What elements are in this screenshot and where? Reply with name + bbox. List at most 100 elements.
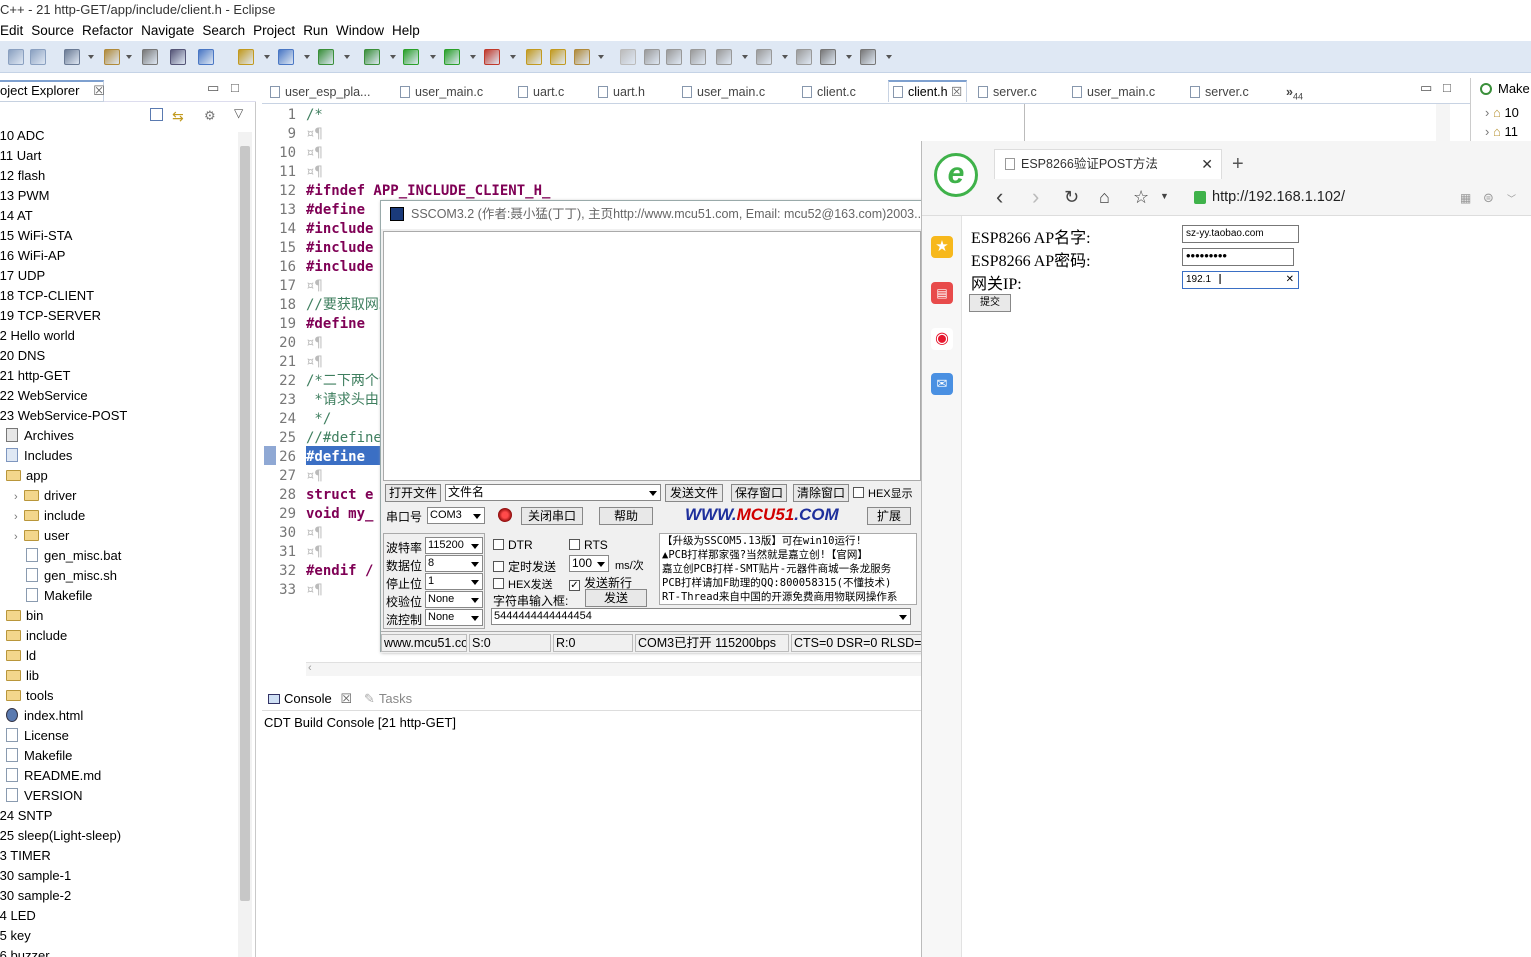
sscom-brand-link[interactable]: WWW.MCU51.COM: [685, 505, 839, 525]
dropdown-arrow-icon[interactable]: [304, 55, 310, 59]
port-select[interactable]: COM3: [427, 507, 485, 524]
chevron-down-icon[interactable]: ▼: [1160, 191, 1169, 201]
tree-item[interactable]: ›18 TCP-CLIENT: [0, 286, 94, 306]
save-all-icon[interactable]: [30, 49, 46, 65]
code-line[interactable]: //#define: [306, 429, 382, 448]
editor-tab[interactable]: uart.c: [518, 82, 564, 104]
menu-navigate[interactable]: Navigate: [141, 20, 200, 41]
code-line[interactable]: #include: [306, 239, 373, 258]
maximize-icon[interactable]: □: [1443, 80, 1451, 95]
search-icon[interactable]: [170, 49, 186, 65]
tree-item[interactable]: tools: [6, 686, 53, 706]
editor-vscroll[interactable]: [1436, 104, 1450, 142]
next-annotation-icon[interactable]: [756, 49, 772, 65]
pencil-icon[interactable]: [574, 49, 590, 65]
tree-item[interactable]: › driver: [14, 486, 77, 506]
menu-project[interactable]: Project: [253, 20, 301, 41]
send-button[interactable]: 发送: [585, 589, 647, 607]
tree-item[interactable]: ›30 sample-2: [0, 886, 71, 906]
tree-item[interactable]: Includes: [6, 446, 72, 466]
code-line[interactable]: ¤¶: [306, 277, 323, 296]
tree-item[interactable]: ld: [6, 646, 36, 666]
ad-line[interactable]: 【升级为SSCOM5.13版】可在win10运行!: [662, 534, 916, 548]
ad-line[interactable]: 嘉立创PCB打样-SMT贴片-元器件商城一条龙服务: [662, 562, 916, 576]
link-editor-icon[interactable]: ⇆: [172, 108, 184, 125]
tree-item[interactable]: VERSION: [6, 786, 83, 806]
open-icon[interactable]: [238, 49, 254, 65]
menu-window[interactable]: Window: [336, 20, 390, 41]
tree-item[interactable]: ›5 key: [0, 926, 31, 946]
build-icon[interactable]: [64, 49, 80, 65]
tree-item[interactable]: ›6 buzzer: [0, 946, 50, 957]
code-line[interactable]: #ifndef APP_INCLUDE_CLIENT_H_: [306, 182, 550, 201]
ap-password-input[interactable]: •••••••••: [1182, 248, 1294, 266]
ad-line[interactable]: PCB打样请加F助理的QQ:800058315(不懂技术): [662, 576, 916, 590]
compat-icon[interactable]: ⊜: [1483, 190, 1494, 206]
code-line[interactable]: ¤¶: [306, 581, 323, 600]
gateway-ip-input[interactable]: 192.1 ✕: [1182, 271, 1299, 289]
chevron-right-icon[interactable]: ›: [14, 507, 24, 527]
dropdown-arrow-icon[interactable]: [782, 55, 788, 59]
reload-icon[interactable]: ↻: [1064, 187, 1079, 208]
scroll-left-icon[interactable]: ‹: [308, 662, 312, 674]
parity-select[interactable]: None: [425, 591, 483, 608]
tree-item[interactable]: ›16 WiFi-AP: [0, 246, 65, 266]
save-icon[interactable]: [8, 49, 24, 65]
timed-send-checkbox[interactable]: 定时发送: [493, 558, 556, 575]
tree-item[interactable]: gen_misc.sh: [26, 566, 117, 586]
back-icon[interactable]: ‹: [996, 185, 1003, 209]
tree-item[interactable]: Archives: [6, 426, 74, 446]
tree-item[interactable]: ›13 PWM: [0, 186, 50, 206]
pin-icon[interactable]: [666, 49, 682, 65]
dropdown-arrow-icon[interactable]: [126, 55, 132, 59]
editor-tab[interactable]: client.c: [802, 82, 856, 104]
chevron-right-icon[interactable]: ›: [14, 527, 24, 547]
hex-send-checkbox[interactable]: HEX发送: [493, 576, 553, 592]
menu-run[interactable]: Run: [303, 20, 334, 41]
dtr-checkbox[interactable]: DTR: [493, 538, 533, 552]
make-item[interactable]: › ⌂ 10: [1485, 105, 1519, 120]
tree-item[interactable]: index.html: [6, 706, 83, 726]
dropdown-arrow-icon[interactable]: [742, 55, 748, 59]
weibo-icon[interactable]: ◉: [931, 328, 953, 350]
sscom-title[interactable]: SSCOM3.2 (作者:聂小猛(丁丁), 主页http://www.mcu51…: [381, 201, 923, 229]
browser-tab[interactable]: ESP8266验证POST方法 ✕: [994, 149, 1222, 179]
project-explorer-tab[interactable]: oject Explorer ☒: [0, 80, 105, 102]
editor-tab[interactable]: server.c: [978, 82, 1037, 104]
editor-tab[interactable]: user_esp_pla...: [270, 82, 370, 104]
tree-item[interactable]: Makefile: [6, 746, 72, 766]
annotation-icon[interactable]: [620, 49, 636, 65]
close-icon[interactable]: ☒: [93, 83, 105, 98]
prev-icon[interactable]: [820, 49, 836, 65]
dropdown-arrow-icon[interactable]: [510, 55, 516, 59]
favorites-icon[interactable]: ★: [931, 236, 953, 258]
mail-icon[interactable]: ✉: [931, 373, 953, 395]
make-item[interactable]: › ⌂ 11: [1485, 124, 1518, 139]
code-line[interactable]: ¤¶: [306, 543, 323, 562]
code-line[interactable]: #include: [306, 220, 373, 239]
home-icon[interactable]: ⌂: [1099, 187, 1110, 208]
tree-item[interactable]: ›11 Uart: [0, 146, 41, 166]
view-menu-icon[interactable]: ▽: [234, 106, 243, 120]
run-icon[interactable]: [403, 49, 419, 65]
dropdown-arrow-icon[interactable]: [430, 55, 436, 59]
menu-search[interactable]: Search: [202, 20, 251, 41]
chevron-down-icon[interactable]: ﹀: [1507, 192, 1516, 205]
dropdown-arrow-icon[interactable]: [264, 55, 270, 59]
close-tab-icon[interactable]: ✕: [1201, 150, 1213, 178]
code-line[interactable]: /*: [306, 106, 323, 125]
menu-source[interactable]: Source: [31, 20, 80, 41]
tree-item[interactable]: ›4 LED: [0, 906, 36, 926]
menu-edit[interactable]: Edit: [0, 20, 29, 41]
hammer-icon[interactable]: [104, 49, 120, 65]
back-nav-icon[interactable]: [796, 49, 812, 65]
rts-checkbox[interactable]: RTS: [569, 538, 608, 552]
tree-item[interactable]: ›14 AT: [0, 206, 33, 226]
address-bar[interactable]: http://192.168.1.102/: [1212, 189, 1345, 205]
tree-item[interactable]: ›24 SNTP: [0, 806, 52, 826]
ad-line[interactable]: RT-Thread来自中国的开源免费商用物联网操作系: [662, 590, 916, 604]
databits-select[interactable]: 8: [425, 555, 483, 572]
code-line[interactable]: void my_: [306, 505, 373, 524]
tree-item[interactable]: ›15 WiFi-STA: [0, 226, 72, 246]
code-line[interactable]: #endif /: [306, 562, 373, 581]
